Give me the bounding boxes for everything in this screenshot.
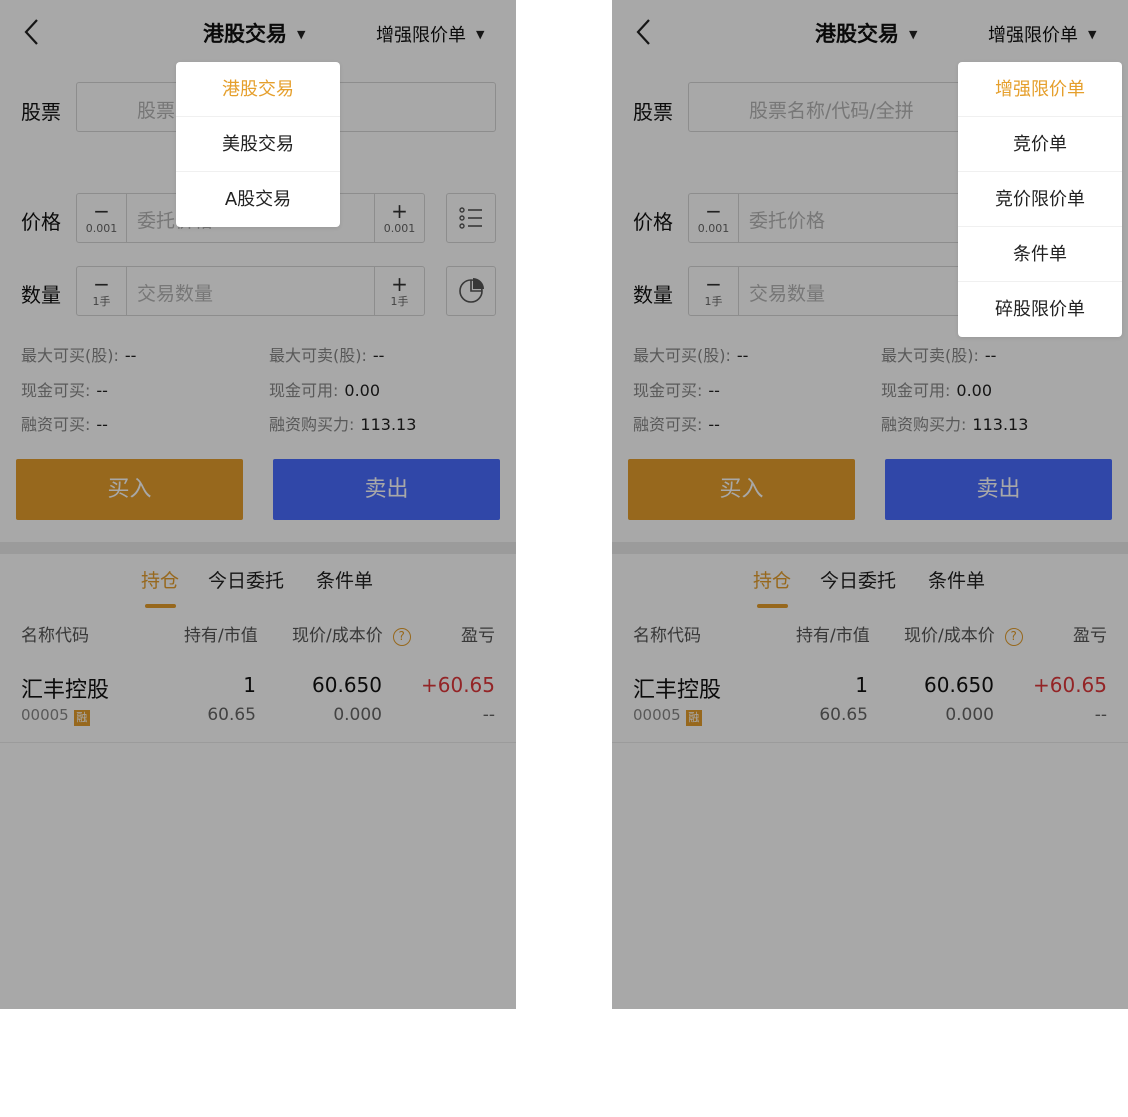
nav-dim-overlay xyxy=(612,0,1128,63)
menu-item-odd-lot-limit[interactable]: 碎股限价单 xyxy=(958,282,1122,337)
menu-item-auction[interactable]: 竞价单 xyxy=(958,117,1122,172)
menu-item-auction-limit[interactable]: 竞价限价单 xyxy=(958,172,1122,227)
trade-screen-left: 港股交易▼ 增强限价单▼ 股票 股票名称/代码/全拼 价格 −0.001 委托价… xyxy=(0,0,516,1009)
menu-item-a-share-trade[interactable]: A股交易 xyxy=(176,172,340,227)
menu-item-hk-trade[interactable]: 港股交易 xyxy=(176,62,340,117)
menu-item-enhanced-limit[interactable]: 增强限价单 xyxy=(958,62,1122,117)
nav-dim-overlay xyxy=(0,0,516,63)
market-dropdown-menu: 港股交易 美股交易 A股交易 xyxy=(176,62,340,227)
menu-item-conditional[interactable]: 条件单 xyxy=(958,227,1122,282)
order-type-dropdown-menu: 增强限价单 竞价单 竞价限价单 条件单 碎股限价单 xyxy=(958,62,1122,337)
trade-screen-right: 港股交易 ▼ 增强限价单 ▼ 股票 股票名称/代码/全拼 价格 −0.001 委托价… xyxy=(612,0,1128,1009)
menu-item-us-trade[interactable]: 美股交易 xyxy=(176,117,340,172)
